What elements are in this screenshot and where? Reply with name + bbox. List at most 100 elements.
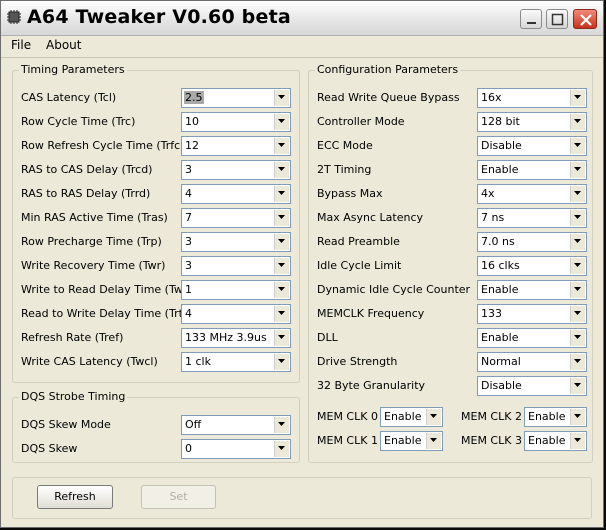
drive-strength-row: Drive Strength Normal [1,352,601,372]
memclk-frequency-select[interactable]: 133 [477,304,587,324]
dropdown-arrow-button[interactable] [570,114,585,130]
menu-divider [1,57,603,58]
minimize-button[interactable] [520,9,542,29]
32-byte-granularity-select[interactable]: Disable [477,376,587,396]
dropdown-arrow-button[interactable] [570,258,585,274]
2t-timing-label: 2T Timing [317,163,372,176]
chevron-down-icon [574,263,581,267]
read-preamble-label: Read Preamble [317,235,400,248]
chevron-down-icon [574,95,581,99]
mem-clk-3-value: Enable [528,434,566,447]
read-preamble-select[interactable]: 7.0 ns [477,232,587,252]
close-button[interactable] [573,9,597,29]
dll-row: DLL Enable [1,328,601,348]
drive-strength-value: Normal [481,355,521,368]
title-bar[interactable]: A64 Tweaker V0.60 beta [1,1,603,36]
idle-cycle-limit-label: Idle Cycle Limit [317,259,402,272]
mem-clk-3-row: MEM CLK 3 Enable [1,431,601,451]
dropdown-arrow-button[interactable] [570,90,585,106]
32-byte-granularity-value: Disable [481,379,522,392]
dll-label: DLL [317,331,338,344]
menu-about[interactable]: About [46,38,81,52]
dropdown-arrow-button[interactable] [570,234,585,250]
menu-file[interactable]: File [11,38,31,52]
read-write-queue-bypass-select[interactable]: 16x [477,88,587,108]
dropdown-arrow-button[interactable] [570,306,585,322]
max-async-latency-row: Max Async Latency 7 ns [1,208,601,228]
dropdown-arrow-button[interactable] [570,210,585,226]
controller-mode-select[interactable]: 128 bit [477,112,587,132]
chevron-down-icon [574,239,581,243]
bypass-max-value: 4x [481,187,495,200]
dropdown-arrow-button[interactable] [570,433,585,449]
read-write-queue-bypass-value: 16x [481,91,502,104]
dropdown-arrow-button[interactable] [570,354,585,370]
dynamic-idle-cycle-counter-label: Dynamic Idle Cycle Counter [317,283,471,296]
bypass-max-select[interactable]: 4x [477,184,587,204]
memclk-frequency-label: MEMCLK Frequency [317,307,425,320]
refresh-button[interactable]: Refresh [37,485,113,509]
memclk-frequency-row: MEMCLK Frequency 133 [1,304,601,324]
2t-timing-value: Enable [481,163,519,176]
maximize-button[interactable] [546,9,568,29]
mem-clk-2-value: Enable [528,410,566,423]
maximize-icon [551,13,564,26]
menu-bar: File About [1,36,603,56]
chevron-down-icon [574,438,581,442]
dynamic-idle-cycle-counter-row: Dynamic Idle Cycle Counter Enable [1,280,601,300]
dropdown-arrow-button[interactable] [570,138,585,154]
32-byte-granularity-row: 32 Byte Granularity Disable [1,376,601,396]
mem-clk-3-select[interactable]: Enable [524,431,587,451]
mem-clk-2-select[interactable]: Enable [524,407,587,427]
chevron-down-icon [574,215,581,219]
read-write-queue-bypass-label: Read Write Queue Bypass [317,91,460,104]
chevron-down-icon [574,143,581,147]
dynamic-idle-cycle-counter-select[interactable]: Enable [477,280,587,300]
read-write-queue-bypass-row: Read Write Queue Bypass 16x [1,88,601,108]
idle-cycle-limit-select[interactable]: 16 clks [477,256,587,276]
controller-mode-row: Controller Mode 128 bit [1,112,601,132]
minimize-icon [527,22,536,24]
max-async-latency-label: Max Async Latency [317,211,423,224]
chevron-down-icon [574,167,581,171]
app-chip-icon [7,10,21,24]
action-panel: Refresh Set [12,477,592,519]
2t-timing-row: 2T Timing Enable [1,160,601,180]
chevron-down-icon [574,414,581,418]
dropdown-arrow-button[interactable] [570,162,585,178]
dropdown-arrow-button[interactable] [570,378,585,394]
bypass-max-row: Bypass Max 4x [1,184,601,204]
read-preamble-row: Read Preamble 7.0 ns [1,232,601,252]
32-byte-granularity-label: 32 Byte Granularity [317,379,426,392]
dynamic-idle-cycle-counter-value: Enable [481,283,519,296]
chevron-down-icon [574,191,581,195]
mem-clk-2-label: MEM CLK 2 [461,410,522,423]
drive-strength-select[interactable]: Normal [477,352,587,372]
dropdown-arrow-button[interactable] [570,330,585,346]
max-async-latency-value: 7 ns [481,211,505,224]
dll-select[interactable]: Enable [477,328,587,348]
max-async-latency-select[interactable]: 7 ns [477,208,587,228]
controller-mode-value: 128 bit [481,115,520,128]
close-icon [580,14,592,26]
mem-clk-3-label: MEM CLK 3 [461,434,522,447]
controller-mode-label: Controller Mode [317,115,405,128]
set-button[interactable]: Set [141,485,216,509]
memclk-frequency-value: 133 [481,307,502,320]
ecc-mode-value: Disable [481,139,522,152]
ecc-mode-select[interactable]: Disable [477,136,587,156]
app-window: A64 Tweaker V0.60 beta File About Timing… [0,0,604,528]
bypass-max-label: Bypass Max [317,187,383,200]
idle-cycle-limit-value: 16 clks [481,259,520,272]
chevron-down-icon [574,311,581,315]
mem-clk-2-row: MEM CLK 2 Enable [1,407,601,427]
ecc-mode-label: ECC Mode [317,139,373,152]
window-title: A64 Tweaker V0.60 beta [27,6,291,28]
dropdown-arrow-button[interactable] [570,282,585,298]
chevron-down-icon [574,119,581,123]
dropdown-arrow-button[interactable] [570,409,585,425]
2t-timing-select[interactable]: Enable [477,160,587,180]
idle-cycle-limit-row: Idle Cycle Limit 16 clks [1,256,601,276]
dropdown-arrow-button[interactable] [570,186,585,202]
dll-value: Enable [481,331,519,344]
